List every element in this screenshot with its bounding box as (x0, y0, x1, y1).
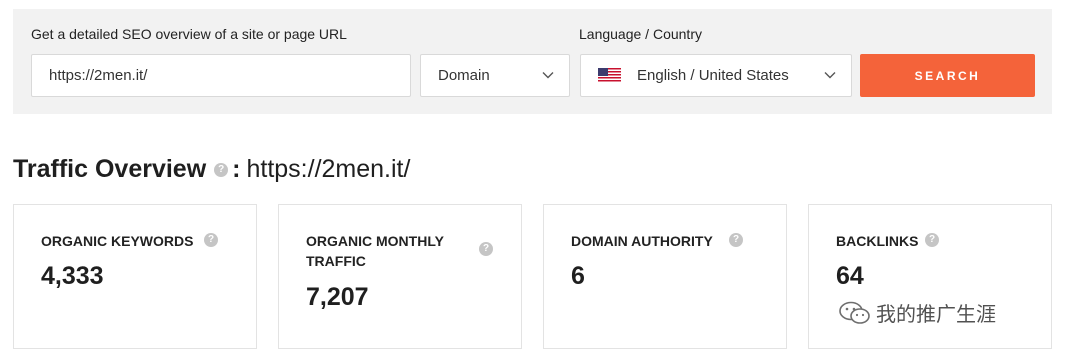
metric-label: ORGANIC MONTHLY TRAFFIC (306, 233, 444, 269)
wechat-icon (839, 301, 870, 324)
metric-card-organic-keywords: ORGANIC KEYWORDS ? 4,333 (13, 204, 257, 349)
search-panel: Get a detailed SEO overview of a site or… (13, 9, 1052, 114)
url-input[interactable]: https://2men.it/ (31, 54, 411, 97)
page-title-url: https://2men.it/ (246, 155, 411, 183)
watermark-text: 我的推广生涯 (876, 304, 996, 326)
help-icon[interactable]: ? (204, 233, 218, 247)
help-icon[interactable]: ? (479, 242, 493, 256)
title-separator: : (232, 155, 241, 183)
page-title-text: Traffic Overview (13, 155, 207, 183)
metric-label: DOMAIN AUTHORITY (571, 233, 713, 249)
metric-value: 7,207 (306, 283, 369, 311)
search-button[interactable]: SEARCH (860, 54, 1035, 97)
language-field-label: Language / Country (579, 26, 702, 42)
country-select-value: English / United States (637, 67, 789, 84)
metric-value: 4,333 (41, 262, 104, 290)
watermark: 我的推广生涯 (838, 298, 996, 327)
metric-label: BACKLINKS (836, 233, 919, 249)
help-icon[interactable]: ? (925, 233, 939, 247)
help-icon[interactable]: ? (729, 233, 743, 247)
page-title: Traffic Overview ? : https://2men.it/ (13, 155, 410, 184)
metric-card-organic-monthly-traffic: ORGANIC MONTHLY TRAFFIC ? 7,207 (278, 204, 522, 349)
chevron-down-icon (824, 72, 836, 79)
country-select[interactable]: English / United States (580, 54, 852, 97)
metric-card-backlinks: BACKLINKS ? 64 (808, 204, 1052, 349)
metric-card-domain-authority: DOMAIN AUTHORITY ? 6 (543, 204, 787, 349)
url-field-label: Get a detailed SEO overview of a site or… (31, 26, 347, 42)
help-icon[interactable]: ? (214, 162, 229, 177)
scope-select[interactable]: Domain (420, 54, 570, 97)
metric-label: ORGANIC KEYWORDS (41, 233, 194, 249)
metric-value: 64 (836, 262, 864, 290)
us-flag-icon (598, 68, 621, 83)
metric-value: 6 (571, 262, 585, 290)
chevron-down-icon (542, 72, 554, 79)
scope-select-value: Domain (438, 67, 490, 84)
url-input-value: https://2men.it/ (49, 67, 148, 84)
